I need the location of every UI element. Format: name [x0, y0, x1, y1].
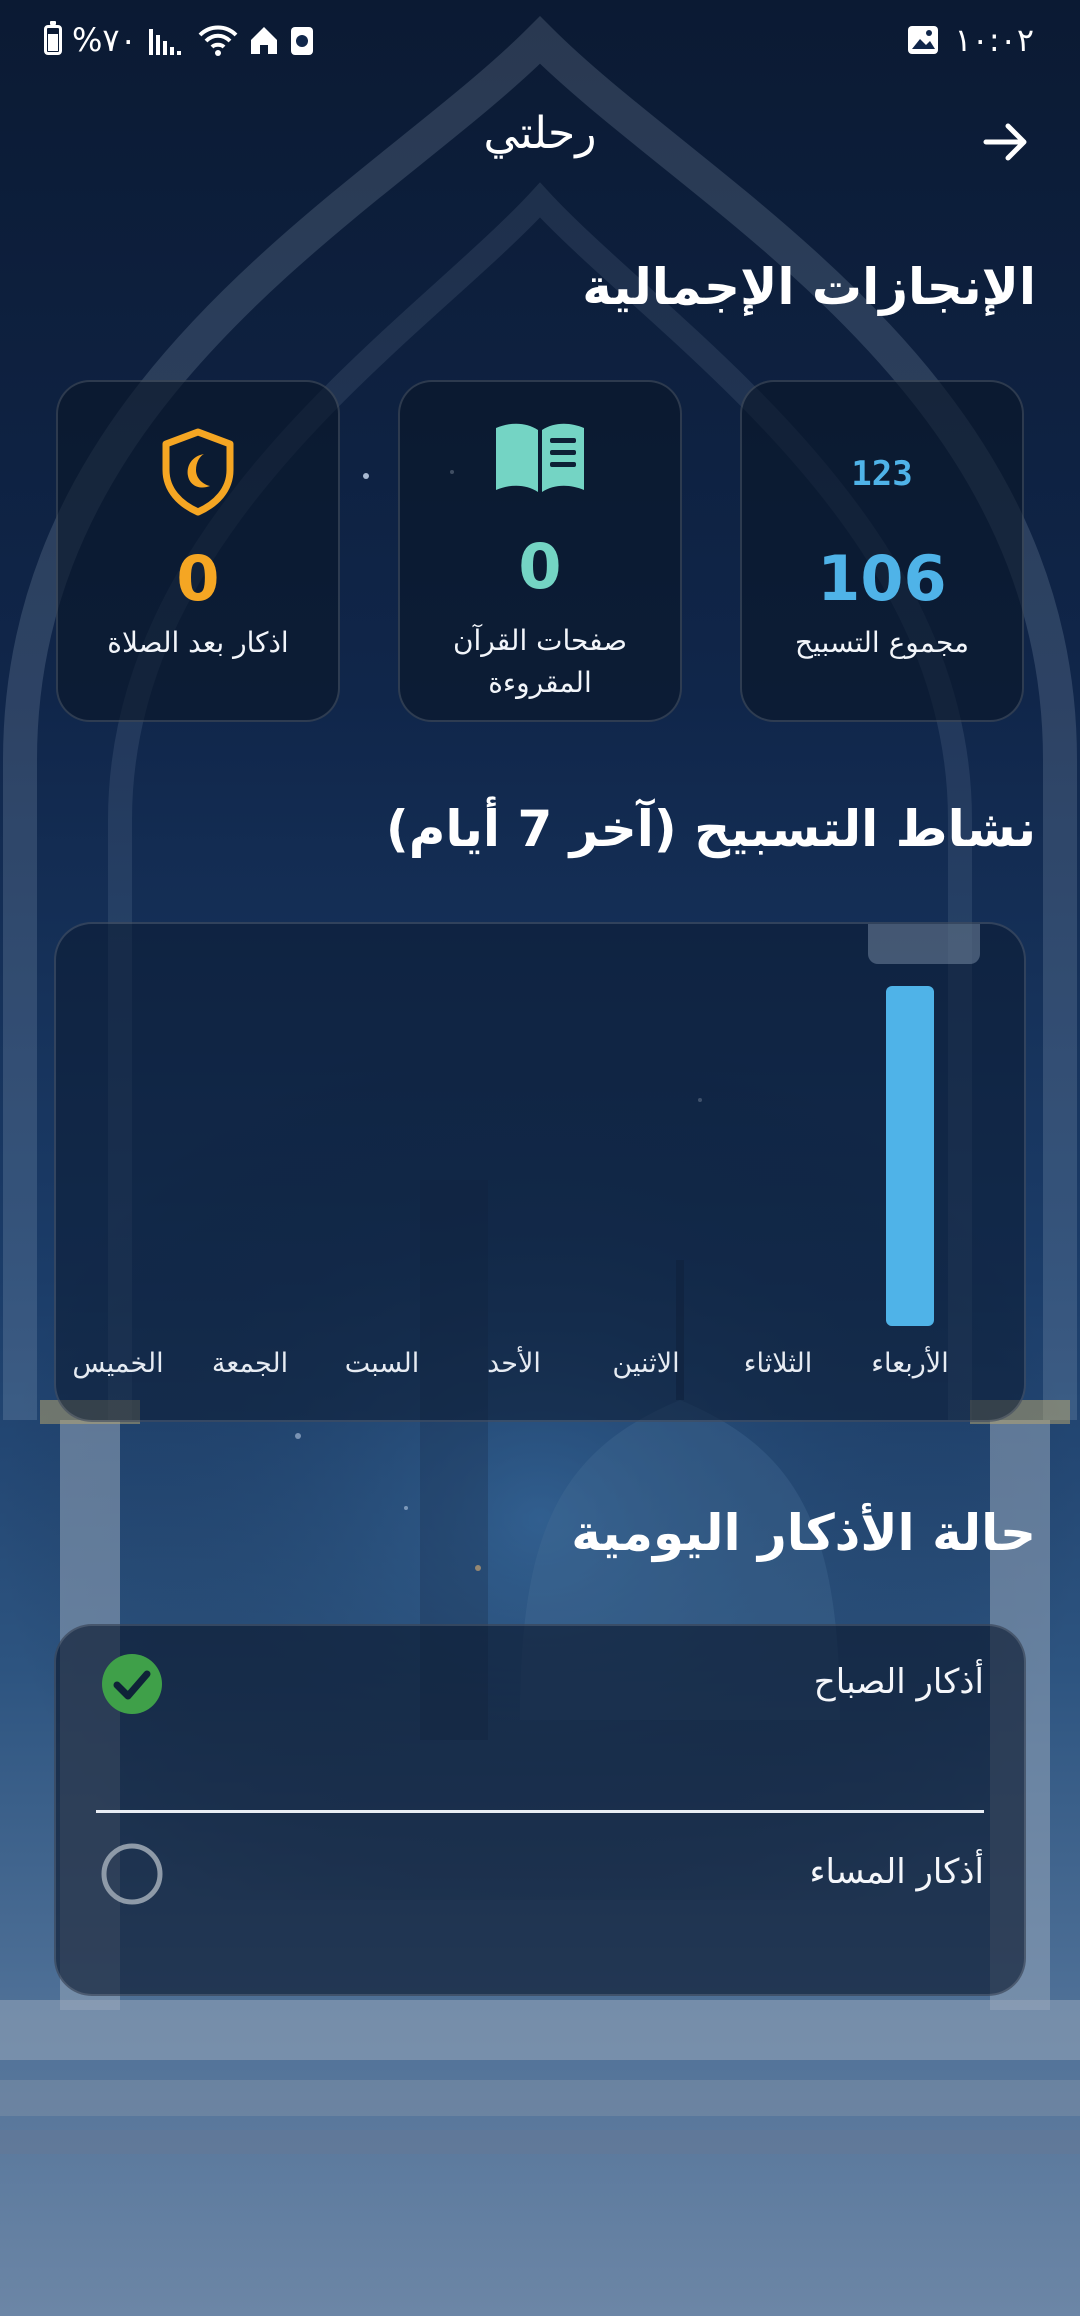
stat-card-adhkar-after-prayer: 0 اذكار بعد الصلاة [56, 380, 340, 722]
counter-123-icon: 123 [851, 454, 912, 494]
status-row-evening[interactable]: أذكار المساء [56, 1816, 1024, 1936]
chart-plot-area [886, 986, 934, 1326]
status-row-morning[interactable]: أذكار الصباح [56, 1626, 1024, 1746]
arrow-right-icon [983, 123, 1027, 161]
app-notification-icon [290, 27, 313, 55]
open-book-icon [496, 423, 584, 492]
chart-x-tick-label: الاثنين [612, 1348, 680, 1379]
stat-icon-wrap [58, 422, 338, 522]
achievements-title: الإنجازات الإجمالية [582, 258, 1036, 316]
chart-bar [886, 986, 934, 1326]
stat-label: مجموع التسبيح [794, 626, 970, 659]
status-bar-left: %٧٠ [44, 18, 315, 62]
stat-icon-wrap: 123 [742, 422, 1022, 522]
status-bar-right: ١٠:٠٢ [906, 18, 1034, 62]
stat-label: اذكار بعد الصلاة [107, 626, 289, 659]
status-bar: %٧٠ ١٠:٠٢ [0, 0, 1080, 80]
daily-status-title: حالة الأذكار اليومية [571, 1504, 1036, 1562]
tasbih-activity-chart: الأربعاء الثلاثاء الاثنين الأحد السبت الجمعة ا… [54, 922, 1026, 1422]
stat-value: 0 [518, 530, 562, 603]
gallery-icon [908, 26, 939, 54]
home-icon [250, 27, 277, 54]
page-title: رحلتي [483, 108, 597, 159]
signal-icon [148, 29, 181, 55]
stat-card-quran-pages: 0 صفحات القرآن المقروءة [398, 380, 682, 722]
chart-x-tick-label: الخميس [72, 1348, 164, 1379]
svg-text:123: 123 [851, 454, 912, 494]
clock: ١٠:٠٢ [954, 21, 1034, 59]
stat-value: 106 [817, 542, 947, 615]
chart-x-tick-label: الجمعة [211, 1348, 289, 1379]
wifi-icon [198, 25, 238, 56]
battery-icon [44, 21, 62, 55]
chart-x-tick-label: الأحد [487, 1348, 541, 1379]
stat-card-total-tasbih: 123 106 مجموع التسبيح [740, 380, 1024, 722]
check-circle-icon[interactable] [100, 1652, 164, 1716]
screen: { "status_bar": { "time": "١٠:٠٢", "batt… [0, 0, 1080, 2316]
stat-value: 0 [176, 542, 220, 615]
stat-icon-wrap [400, 408, 680, 508]
chart-x-tick-label: الأربعاء [871, 1348, 949, 1379]
stat-label: صفحات القرآن المقروءة [452, 624, 628, 699]
chart-x-tick-label: الثلاثاء [743, 1348, 813, 1379]
shield-moon-icon [162, 428, 234, 516]
status-label-morning: أذكار الصباح [813, 1662, 984, 1702]
daily-adhkar-status-card: أذكار الصباح أذكار المساء [54, 1624, 1026, 1996]
status-label-evening: أذكار المساء [809, 1852, 985, 1892]
back-button[interactable] [976, 112, 1036, 172]
activity-title: نشاط التسبيح (آخر 7 أيام) [385, 800, 1036, 858]
chart-x-tick-label: السبت [344, 1348, 420, 1379]
battery-percentage: %٧٠ [72, 21, 137, 59]
empty-circle-icon[interactable] [100, 1842, 164, 1906]
status-divider [96, 1810, 984, 1813]
